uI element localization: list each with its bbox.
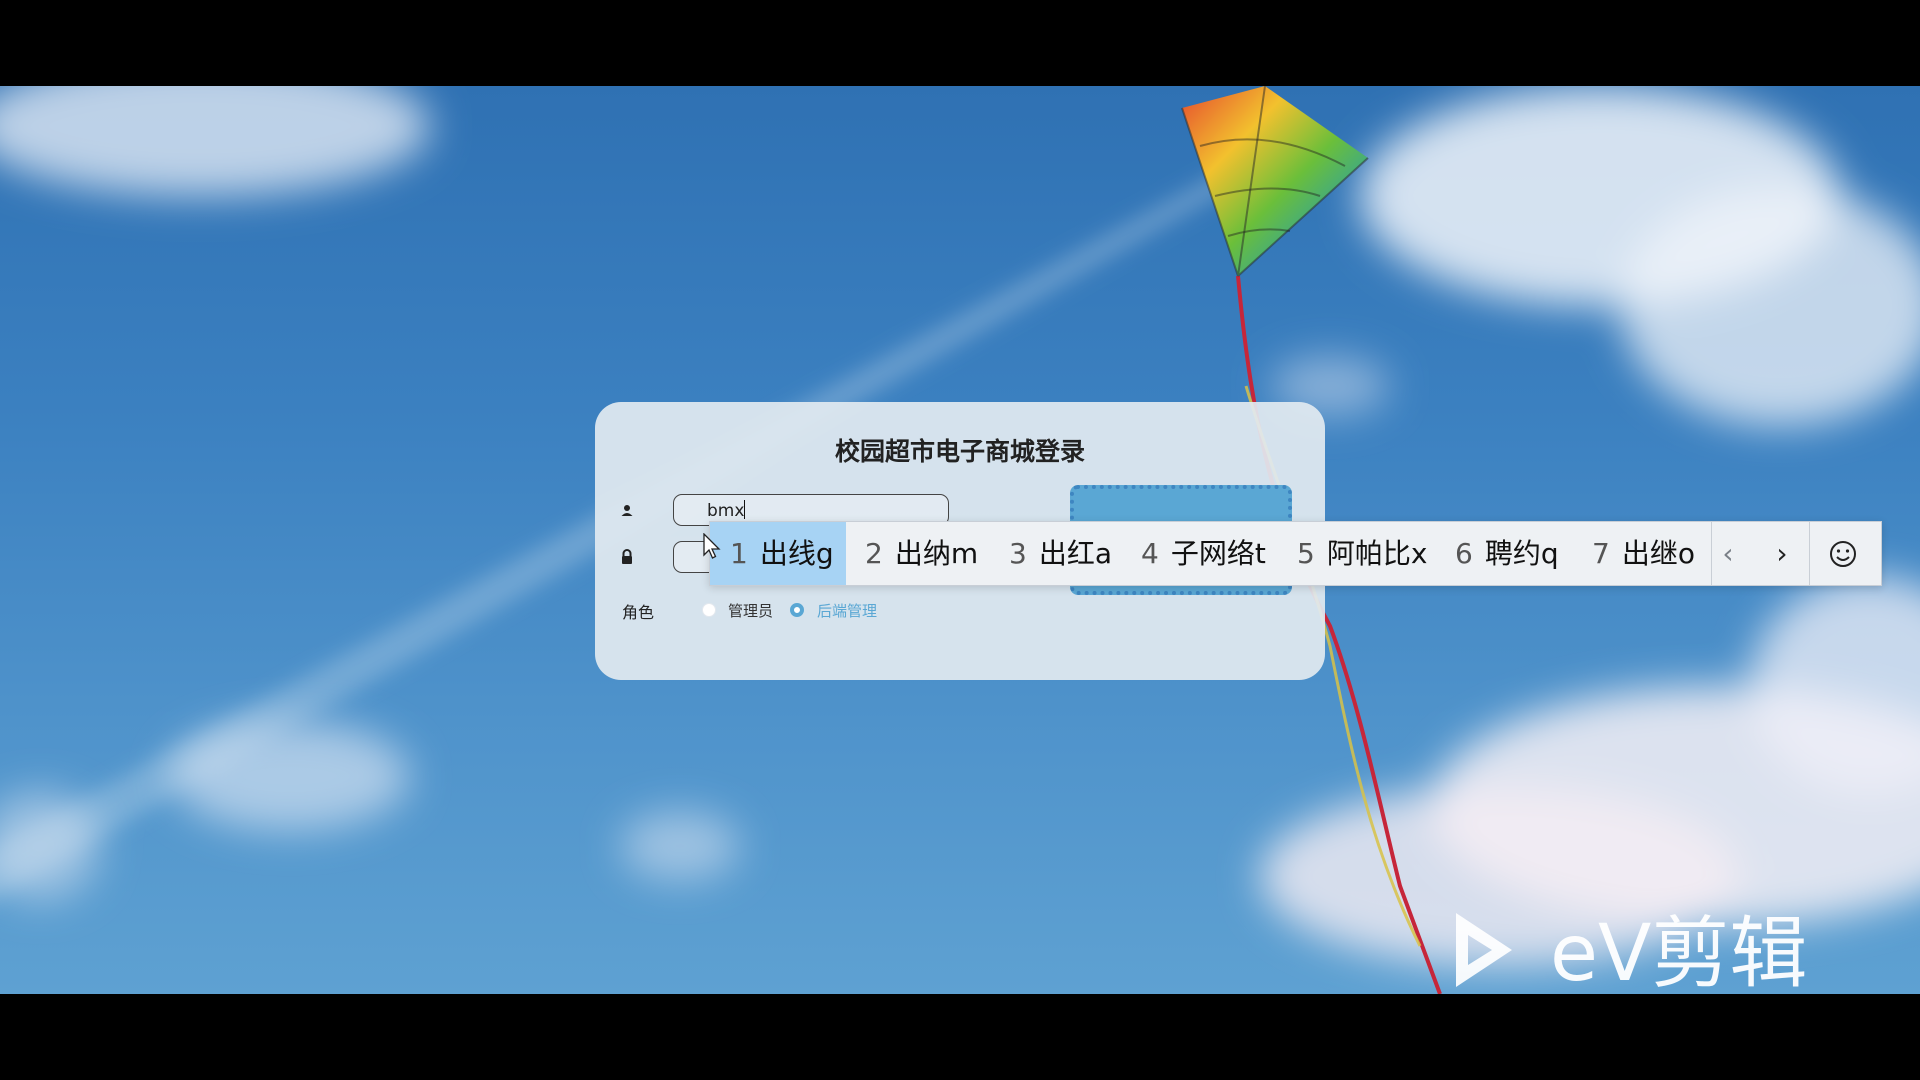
username-value: bmx [707,501,745,521]
radio-admin-label[interactable]: 管理员 [728,600,773,621]
ime-candidate-2[interactable]: 2 出纳m [865,522,978,585]
radio-backend-admin-label[interactable]: 后端管理 [817,600,877,621]
user-icon [621,505,633,516]
letterbox-bottom [0,994,1920,1080]
mouse-pointer-icon [703,533,721,559]
radio-admin[interactable] [702,603,716,617]
smiley-icon[interactable] [1827,538,1859,570]
ime-prev-page-button[interactable]: ‹ [1709,522,1747,585]
ime-divider [1809,522,1810,585]
role-label: 角色 [622,603,655,622]
ime-candidate-4[interactable]: 4 子网络t [1141,522,1266,585]
ime-candidate-bar: 1 出线g 2 出纳m 3 出红a 4 子网络t 5 阿帕比x 6 聘约q 7 出继o ‹ › [709,521,1882,586]
ime-candidate-1[interactable]: 1 出线g [710,522,846,585]
ime-next-page-button[interactable]: › [1763,522,1801,585]
text-caret [744,500,746,519]
login-title: 校园超市电子商城登录 [834,437,1085,466]
ime-candidate-3[interactable]: 3 出红a [1009,522,1112,585]
screen: 校园超市电子商城登录 bmx 角色 管理员 后端管理 1 出线g 2 出纳m 3 出红… [0,0,1920,1080]
ime-candidate-7[interactable]: 7 出继o [1592,522,1695,585]
lock-icon [622,549,632,564]
svg-text:eV剪辑: eV剪辑 [1550,909,1807,995]
ime-candidate-5[interactable]: 5 阿帕比x [1297,522,1427,585]
radio-backend-admin[interactable] [790,603,804,617]
ev-watermark-logo: eV剪辑 [1456,909,1807,995]
letterbox-top [0,0,1920,86]
kite [1181,86,1369,277]
ime-candidate-6[interactable]: 6 聘约q [1455,522,1559,585]
